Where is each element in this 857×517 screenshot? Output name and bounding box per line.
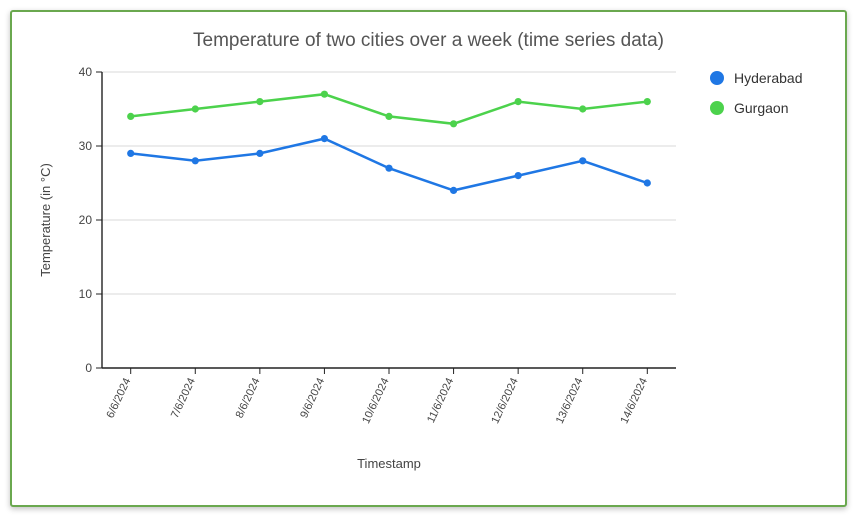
- chart-title: Temperature of two cities over a week (t…: [30, 30, 827, 52]
- plot-area: 0 10 20 30 40 6/6/2024 7/6/2024 8/6/2024 9/6/202…: [30, 58, 690, 493]
- legend-item-gurgaon: Gurgaon: [710, 100, 803, 116]
- svg-text:40: 40: [79, 65, 93, 79]
- chart-frame: Temperature of two cities over a week (t…: [0, 0, 857, 517]
- legend-swatch-hyderabad-icon: [710, 71, 724, 85]
- svg-text:0: 0: [85, 361, 92, 375]
- svg-text:14/6/2024: 14/6/2024: [618, 376, 650, 425]
- legend: Hyderabad Gurgaon: [690, 58, 803, 493]
- svg-text:13/6/2024: 13/6/2024: [554, 376, 586, 425]
- svg-text:Timestamp: Timestamp: [357, 456, 421, 471]
- legend-label-gurgaon: Gurgaon: [734, 100, 788, 116]
- legend-swatch-gurgaon-icon: [710, 101, 724, 115]
- svg-text:10/6/2024: 10/6/2024: [360, 376, 392, 425]
- svg-text:12/6/2024: 12/6/2024: [489, 376, 521, 425]
- svg-text:8/6/2024: 8/6/2024: [234, 376, 263, 420]
- svg-text:7/6/2024: 7/6/2024: [169, 376, 198, 420]
- chart-content: 0 10 20 30 40 6/6/2024 7/6/2024 8/6/2024 9/6/202…: [30, 58, 827, 493]
- plot-svg: 0 10 20 30 40 6/6/2024 7/6/2024 8/6/2024 9/6/202…: [30, 58, 690, 478]
- chart-panel: Temperature of two cities over a week (t…: [10, 10, 847, 507]
- svg-text:11/6/2024: 11/6/2024: [425, 376, 456, 425]
- legend-label-hyderabad: Hyderabad: [734, 70, 803, 86]
- svg-text:6/6/2024: 6/6/2024: [104, 376, 133, 420]
- legend-item-hyderabad: Hyderabad: [710, 70, 803, 86]
- svg-text:20: 20: [79, 213, 93, 227]
- svg-text:Temperature (in °C): Temperature (in °C): [38, 163, 53, 277]
- svg-text:9/6/2024: 9/6/2024: [298, 376, 327, 420]
- svg-text:30: 30: [79, 139, 93, 153]
- svg-text:10: 10: [79, 287, 93, 301]
